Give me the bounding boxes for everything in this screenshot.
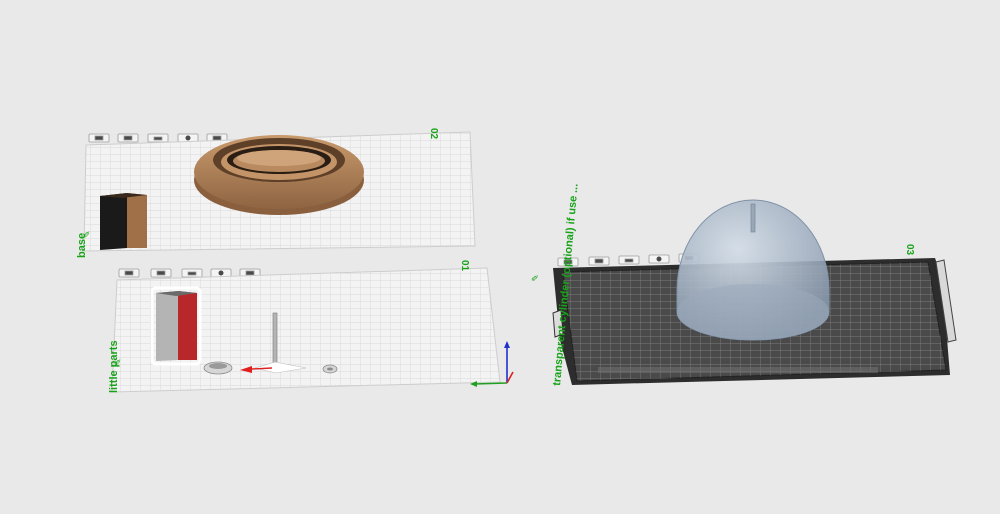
orient-icon[interactable] <box>117 133 139 143</box>
select-icon[interactable] <box>177 133 199 143</box>
z-axis-arrow <box>504 341 510 348</box>
plate-01[interactable]: 01 little parts ✎ <box>108 260 501 393</box>
orient-icon[interactable] <box>150 268 172 278</box>
transparent-dome[interactable] <box>676 199 830 341</box>
prepare-viewport[interactable]: 02 base ✎ 01 little parts ✎ 03 transpare… <box>0 0 1000 514</box>
plate-01-number: 01 <box>459 260 470 272</box>
plate-02[interactable]: 02 base ✎ <box>76 128 476 258</box>
plate-03-toolbar <box>557 253 700 267</box>
arrange-icon[interactable] <box>88 133 110 143</box>
select-icon[interactable] <box>210 268 232 278</box>
plate-03-number: 03 <box>904 244 915 256</box>
edit-icon[interactable]: ✎ <box>530 274 541 282</box>
nut-part[interactable] <box>322 364 338 374</box>
bed-edge-markings <box>598 367 878 373</box>
edit-icon[interactable]: ✎ <box>82 230 92 238</box>
arrange-icon[interactable] <box>118 268 140 278</box>
small-bowl[interactable] <box>203 361 233 375</box>
edit-icon[interactable]: ✎ <box>113 358 123 366</box>
lock-icon[interactable] <box>618 255 640 265</box>
box-part-selected[interactable] <box>150 286 202 366</box>
x-axis <box>506 371 514 384</box>
plate-02-number: 02 <box>428 128 439 140</box>
plate-03[interactable]: 03 transparent cylinder (optional) if us… <box>530 183 957 386</box>
ring-dish[interactable] <box>194 135 364 215</box>
lock-icon[interactable] <box>147 133 169 143</box>
orient-icon[interactable] <box>588 256 610 266</box>
lock-icon[interactable] <box>181 268 203 278</box>
y-axis <box>473 382 508 385</box>
block-part[interactable] <box>100 193 147 250</box>
select-icon[interactable] <box>648 254 670 264</box>
